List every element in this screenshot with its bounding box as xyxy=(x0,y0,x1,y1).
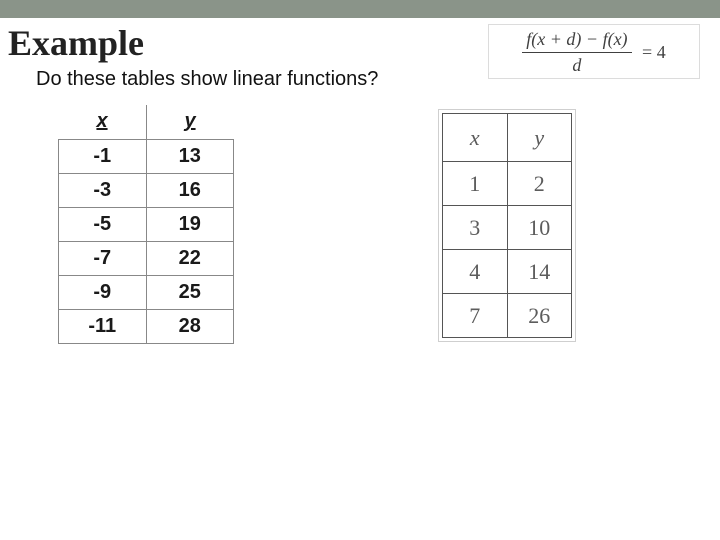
cell-y: 22 xyxy=(146,241,234,275)
slide-top-bar xyxy=(0,0,720,18)
table-row: 7 26 xyxy=(443,294,572,338)
cell-y: 13 xyxy=(146,139,234,173)
table-row: -3 16 xyxy=(59,173,234,207)
cell-x: -1 xyxy=(59,139,147,173)
equation-rhs: = 4 xyxy=(642,42,666,63)
table-header-x: x xyxy=(59,105,147,139)
cell-x: -7 xyxy=(59,241,147,275)
table-row: -7 22 xyxy=(59,241,234,275)
table-row: -9 25 xyxy=(59,275,234,309)
table-header-y: y xyxy=(507,114,572,162)
table-1: x y -1 13 -3 16 -5 19 -7 xyxy=(58,105,234,344)
cell-y: 28 xyxy=(146,309,234,343)
table-row: -1 13 xyxy=(59,139,234,173)
cell-x: 1 xyxy=(443,162,508,206)
table-header-x: x xyxy=(443,114,508,162)
table-header-y: y xyxy=(146,105,234,139)
cell-x: -3 xyxy=(59,173,147,207)
table-row: x y xyxy=(59,105,234,139)
table-1-container: x y -1 13 -3 16 -5 19 -7 xyxy=(58,105,238,344)
cell-y: 14 xyxy=(507,250,572,294)
cell-y: 25 xyxy=(146,275,234,309)
cell-x: -9 xyxy=(59,275,147,309)
cell-x: -5 xyxy=(59,207,147,241)
table-row: -5 19 xyxy=(59,207,234,241)
table-row: -11 28 xyxy=(59,309,234,343)
equation-numerator: f(x + d) − f(x) xyxy=(522,29,631,53)
cell-y: 16 xyxy=(146,173,234,207)
table-row: 4 14 xyxy=(443,250,572,294)
table-row: 3 10 xyxy=(443,206,572,250)
cell-y: 10 xyxy=(507,206,572,250)
cell-y: 26 xyxy=(507,294,572,338)
table-row: x y xyxy=(443,114,572,162)
table-2-container: x y 1 2 3 10 4 14 7 26 xyxy=(438,109,576,342)
cell-x: 3 xyxy=(443,206,508,250)
cell-x: 4 xyxy=(443,250,508,294)
difference-quotient-equation: f(x + d) − f(x) d = 4 xyxy=(488,24,700,79)
equation-denominator: d xyxy=(522,53,631,76)
cell-x: -11 xyxy=(59,309,147,343)
cell-x: 7 xyxy=(443,294,508,338)
cell-y: 2 xyxy=(507,162,572,206)
table-row: 1 2 xyxy=(443,162,572,206)
cell-y: 19 xyxy=(146,207,234,241)
table-2: x y 1 2 3 10 4 14 7 26 xyxy=(442,113,572,338)
